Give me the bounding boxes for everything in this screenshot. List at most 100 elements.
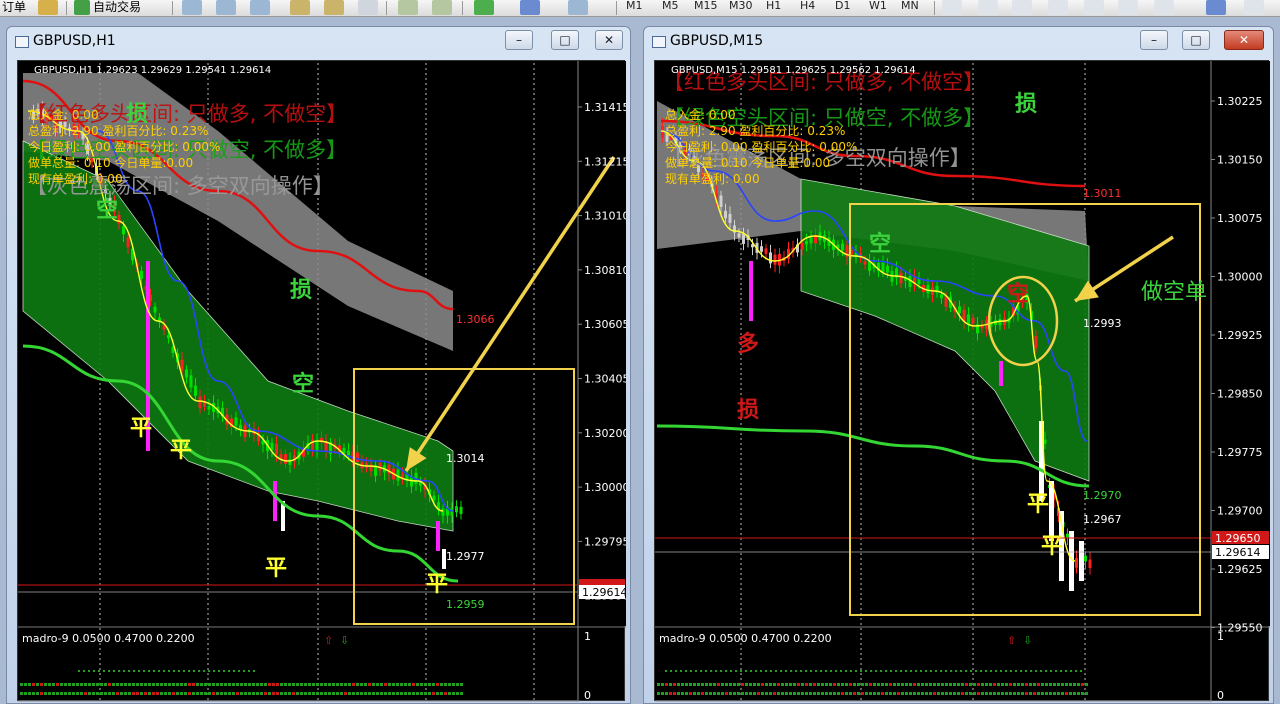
indicator-dot — [805, 683, 808, 686]
line-chart-icon[interactable] — [250, 0, 270, 15]
indicator-dot — [897, 683, 900, 686]
indicator-dot — [208, 670, 210, 672]
candle-body — [347, 450, 350, 456]
maximize-button[interactable]: □ — [1182, 30, 1210, 50]
indicator-dot — [805, 670, 807, 672]
chart-window-icon — [15, 36, 29, 48]
indicator-dot — [168, 670, 170, 672]
signal-mark: 平 — [170, 438, 192, 463]
indicator-dot — [60, 692, 63, 695]
indicator-dot — [1057, 683, 1060, 686]
briefcase-icon[interactable] — [38, 0, 58, 15]
autoscroll-icon[interactable] — [398, 0, 418, 15]
indicator-dot — [941, 692, 944, 695]
timeframe-h1[interactable]: H1 — [766, 0, 781, 12]
indicator-dot — [212, 683, 215, 686]
indicator-dot — [689, 692, 692, 695]
indicator-dot — [1053, 683, 1056, 686]
zoom-out-icon[interactable] — [324, 0, 344, 15]
indicator-dot — [860, 670, 862, 672]
price-chart-m15[interactable]: 【红色多头区间: 只做多, 不做空】【绿色空头区间: 只做空, 不做多】【灰色震… — [655, 61, 1270, 702]
chat-icon[interactable] — [1244, 0, 1264, 15]
minimize-button[interactable]: – — [1140, 30, 1168, 50]
indicator-dot — [1025, 670, 1027, 672]
chart-window-gbpusd-m15[interactable]: GBPUSD,M15 – □ ✕ 【红色多头区间: 只做多, 不做空】 【绿色空头… — [643, 26, 1274, 704]
indicator-dot — [980, 670, 982, 672]
bar-chart-icon[interactable] — [182, 0, 202, 15]
indicator-dot — [200, 683, 203, 686]
indicator-dot — [1037, 692, 1040, 695]
indicator-dot — [220, 683, 223, 686]
indicator-dot — [821, 683, 824, 686]
indicator-dot — [897, 692, 900, 695]
indicators-icon[interactable] — [474, 0, 494, 15]
minimize-button[interactable]: – — [505, 30, 533, 50]
indicator-dot — [1017, 683, 1020, 686]
candlestick-icon[interactable] — [216, 0, 236, 15]
tile-windows-icon[interactable] — [358, 0, 378, 15]
indicator-dot — [324, 692, 327, 695]
indicator-dot — [673, 683, 676, 686]
autotrade-button[interactable]: 自动交易 — [93, 0, 141, 16]
indicator-dot — [835, 670, 837, 672]
current-price-label: 1.29614 — [1215, 546, 1261, 559]
timeframe-w1[interactable]: W1 — [869, 0, 887, 12]
indicator-dot — [929, 683, 932, 686]
fibonacci-icon[interactable] — [1154, 0, 1174, 15]
trendline-icon[interactable] — [1084, 0, 1104, 15]
candle-body — [1084, 555, 1087, 562]
indicator-dot — [901, 683, 904, 686]
indicator-dot — [1065, 683, 1068, 686]
chart-window-gbpusd-h1[interactable]: GBPUSD,H1 – □ ✕ 【红色多头区间: 只做多, 不做空】 【绿色空头区… — [6, 26, 631, 704]
indicator-dot — [729, 692, 732, 695]
indicator-dot — [232, 692, 235, 695]
indicator-dot — [921, 683, 924, 686]
indicator-dot — [889, 692, 892, 695]
new-order-button[interactable]: 订单 — [2, 0, 26, 16]
indicator-dot — [690, 670, 692, 672]
indicator-dot — [725, 670, 727, 672]
timeframe-m30[interactable]: M30 — [729, 0, 753, 12]
timeframe-m1[interactable]: M1 — [626, 0, 643, 12]
indicator-dot — [985, 683, 988, 686]
chart-shift-icon[interactable] — [432, 0, 452, 15]
equidistant-channel-icon[interactable] — [1118, 0, 1138, 15]
zoom-in-icon[interactable] — [290, 0, 310, 15]
chart-canvas[interactable]: 【红色多头区间: 只做多, 不做空】 【绿色空头区间: 只做空, 不做多】 【灰色震… — [654, 60, 1270, 702]
timeframe-m5[interactable]: M5 — [662, 0, 679, 12]
indicator-dot — [1077, 692, 1080, 695]
indicator-dot — [941, 683, 944, 686]
indicator-dot — [260, 692, 263, 695]
indicator-dot — [853, 683, 856, 686]
indicator-dot — [256, 683, 259, 686]
timeframe-h4[interactable]: H4 — [800, 0, 815, 12]
indicator-dot — [316, 683, 319, 686]
timeframe-mn[interactable]: MN — [901, 0, 919, 12]
timeframe-d1[interactable]: D1 — [835, 0, 850, 12]
maximize-button[interactable]: □ — [551, 30, 579, 50]
timeframe-m15[interactable]: M15 — [694, 0, 718, 12]
indicator-dot — [833, 692, 836, 695]
horizontal-line-icon[interactable] — [1048, 0, 1068, 15]
indicator-dot — [144, 692, 147, 695]
cursor-icon[interactable] — [942, 0, 962, 15]
candle-body — [764, 248, 768, 254]
indicator-dot — [396, 683, 399, 686]
indicator-dot — [268, 683, 271, 686]
indicator-dot — [909, 683, 912, 686]
price-tick-label: 1.30405 — [584, 373, 626, 386]
indicator-dot — [304, 683, 307, 686]
crosshair-icon[interactable] — [978, 0, 998, 15]
indicator-dot — [272, 683, 275, 686]
vertical-line-icon[interactable] — [1012, 0, 1032, 15]
periods-icon[interactable] — [520, 0, 540, 15]
search-icon[interactable] — [1206, 0, 1226, 15]
close-button[interactable]: ✕ — [595, 30, 623, 50]
chart-canvas[interactable]: 【红色多头区间: 只做多, 不做空】 【绿色空头区间: 只做空, 不做多】 【灰色震… — [17, 60, 630, 702]
price-chart-h1[interactable]: 【红色多头区间: 只做多, 不做空】【绿色空头区间: 只做空, 不做多】【灰色震… — [18, 61, 630, 702]
indicator-dot — [773, 692, 776, 695]
templates-icon[interactable] — [568, 0, 588, 15]
indicator-dot — [408, 692, 411, 695]
close-button[interactable]: ✕ — [1224, 30, 1264, 50]
candle-body — [940, 294, 943, 299]
